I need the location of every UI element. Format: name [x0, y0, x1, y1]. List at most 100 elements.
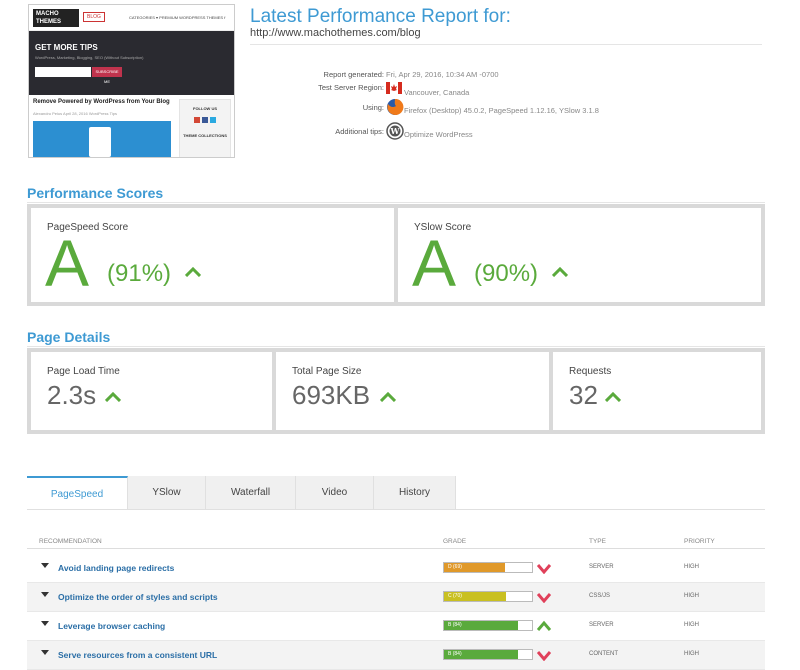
page-load-time-value: 2.3s: [47, 380, 97, 410]
total-page-size-label: Total Page Size: [292, 366, 362, 377]
expand-caret-icon[interactable]: [41, 621, 49, 626]
thumb-blog-badge: BLOG: [83, 12, 105, 22]
site-screenshot-thumbnail: MACHO THEMES BLOG CATEGORIES ▾ PREMIUM W…: [28, 4, 235, 158]
type-value: SERVER: [589, 622, 614, 628]
total-page-size-card: Total Page Size 693KB: [276, 352, 553, 430]
report-url[interactable]: http://www.machothemes.com/blog: [250, 27, 421, 39]
twitter-icon: [210, 117, 216, 123]
thumb-post-meta: Alexandru Peius April 28, 2016 WordPress…: [33, 111, 117, 116]
thumb-email-input: [35, 67, 91, 77]
meta-label: Test Server Region:: [318, 83, 384, 92]
table-row[interactable]: Avoid landing page redirects D (69) SERVER…: [27, 554, 765, 583]
col-grade: GRADE: [443, 538, 467, 545]
table-header: RECOMMENDATION GRADE TYPE PRIORITY: [27, 533, 765, 549]
col-type: TYPE: [589, 538, 606, 545]
google-plus-icon: [194, 117, 200, 123]
thumb-social-icons: [180, 117, 230, 123]
priority-value: HIGH: [684, 593, 699, 599]
up-arrow-icon: [185, 267, 201, 277]
report-tabs: PageSpeed YSlow Waterfall Video History: [27, 476, 456, 510]
meta-using: Using: Firefox (Desktop) 45.0.2, PageSpe…: [250, 98, 770, 115]
grade-bar-fill: B (84): [444, 621, 518, 630]
recommendation-link[interactable]: Leverage browser caching: [58, 621, 165, 631]
canada-flag-icon: [386, 80, 402, 98]
thumb-hero: GET MORE TIPS WordPress, Marketing, Blog…: [29, 31, 234, 95]
trash-icon: [89, 127, 111, 157]
up-arrow-icon: [105, 392, 121, 402]
requests-value: 32: [569, 380, 598, 410]
thumb-sidebar: FOLLOW US THEME COLLECTIONS: [179, 99, 231, 157]
expand-caret-icon[interactable]: [41, 592, 49, 597]
trend-down-icon: [537, 564, 551, 574]
up-arrow-icon: [605, 392, 621, 402]
type-value: SERVER: [589, 564, 614, 570]
recommendation-link[interactable]: Optimize the order of styles and scripts: [58, 592, 218, 602]
thumb-logo: MACHO THEMES: [33, 9, 79, 27]
meta-report-generated: Report generated: Fri, Apr 29, 2016, 10:…: [250, 67, 770, 81]
details-box: Page Load Time 2.3s Total Page Size 693K…: [27, 348, 765, 434]
performance-scores-title: Performance Scores: [27, 185, 164, 201]
thumb-nav: CATEGORIES ▾ PREMIUM WORDPRESS THEMES f: [129, 15, 226, 20]
up-arrow-icon: [552, 267, 568, 277]
thumb-subscribe-button: SUBSCRIBE ME: [92, 67, 122, 84]
page-load-time-label: Page Load Time: [47, 366, 120, 377]
divider: [250, 44, 762, 45]
meta-label: Report generated:: [323, 70, 384, 79]
requests-card: Requests 32: [553, 352, 761, 430]
meta-label: Using:: [362, 103, 384, 112]
divider: [27, 346, 765, 347]
meta-value: Vancouver, Canada: [404, 88, 470, 97]
table-row[interactable]: Leverage browser caching B (84) SERVER HIGH: [27, 612, 765, 641]
page-load-time-card: Page Load Time 2.3s: [31, 352, 276, 430]
up-arrow-icon: [380, 392, 396, 402]
thumb-hero-subtitle: WordPress, Marketing, Blogging, SEO (Wit…: [35, 55, 144, 60]
type-value: CSS/JS: [589, 593, 611, 599]
grade-bar: B (84): [443, 620, 533, 631]
recommendation-link[interactable]: Avoid landing page redirects: [58, 563, 174, 573]
col-recommendation: RECOMMENDATION: [39, 538, 102, 545]
thumb-header: MACHO THEMES BLOG CATEGORIES ▾ PREMIUM W…: [29, 5, 234, 31]
grade-bar-fill: D (69): [444, 563, 505, 572]
pagespeed-score-card: PageSpeed Score A (91%): [31, 208, 398, 302]
meta-value: Fri, Apr 29, 2016, 10:34 AM -0700: [386, 70, 499, 79]
wordpress-icon: W: [386, 122, 404, 142]
thumb-hero-title: GET MORE TIPS: [35, 43, 98, 52]
grade-bar: D (69): [443, 562, 533, 573]
expand-caret-icon[interactable]: [41, 563, 49, 568]
grade-bar-fill: C (70): [444, 592, 506, 601]
priority-value: HIGH: [684, 564, 699, 570]
meta-value-link[interactable]: Optimize WordPress: [404, 130, 473, 139]
svg-text:W: W: [390, 126, 401, 136]
trend-up-icon: [537, 620, 551, 631]
thumb-follow-label: FOLLOW US: [193, 106, 217, 111]
type-value: CONTENT: [589, 651, 618, 657]
tab-pagespeed[interactable]: PageSpeed: [27, 476, 128, 510]
tabs-divider: [27, 509, 765, 510]
meta-server-region: Test Server Region: Vancouver, Canada: [250, 80, 770, 97]
report-title: Latest Performance Report for:: [250, 6, 511, 27]
total-page-size-value: 693KB: [292, 380, 371, 410]
meta-label: Additional tips:: [335, 127, 384, 136]
divider: [27, 202, 765, 203]
firefox-icon: [386, 98, 404, 118]
thumb-post-title: Remove Powered by WordPress from Your Bl…: [33, 99, 170, 105]
yslow-grade: A: [412, 226, 457, 300]
tab-history[interactable]: History: [374, 476, 456, 510]
page-details-title: Page Details: [27, 329, 111, 345]
trend-down-icon: [537, 593, 551, 603]
recommendation-link[interactable]: Serve resources from a consistent URL: [58, 650, 217, 660]
grade-bar: C (70): [443, 591, 533, 602]
tab-yslow[interactable]: YSlow: [128, 476, 206, 510]
expand-caret-icon[interactable]: [41, 650, 49, 655]
tab-waterfall[interactable]: Waterfall: [206, 476, 296, 510]
requests-label: Requests: [569, 366, 612, 377]
tab-video[interactable]: Video: [296, 476, 374, 510]
col-priority: PRIORITY: [684, 538, 715, 545]
priority-value: HIGH: [684, 622, 699, 628]
trend-down-icon: [537, 651, 551, 661]
table-row[interactable]: Optimize the order of styles and scripts…: [27, 583, 765, 612]
thumb-collections-label: THEME COLLECTIONS: [183, 133, 227, 138]
facebook-icon: [202, 117, 208, 123]
priority-value: HIGH: [684, 651, 699, 657]
grade-bar-fill: B (84): [444, 650, 518, 659]
